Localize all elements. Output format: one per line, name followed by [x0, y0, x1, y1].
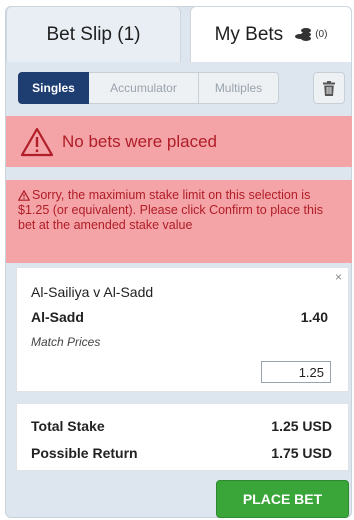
- my-bets-count: (0): [315, 29, 328, 40]
- stake-limit-alert: Sorry, the maximium stake limit on this …: [6, 180, 352, 263]
- stake-input[interactable]: [261, 361, 331, 383]
- warning-small-icon: [18, 190, 30, 201]
- coins-icon: [295, 27, 313, 42]
- bet-type-multiples[interactable]: Multiples: [199, 72, 279, 104]
- bet-type-accumulator[interactable]: Accumulator: [89, 72, 199, 104]
- tab-bet-slip-label: Bet Slip (1): [46, 23, 141, 45]
- possible-return-label: Possible Return: [31, 445, 138, 461]
- possible-return-value: 1.75 USD: [271, 445, 332, 461]
- my-bets-count-badge: (0): [295, 27, 328, 42]
- tab-my-bets-label: My Bets: [214, 23, 284, 45]
- market-name: Match Prices: [31, 335, 101, 349]
- bet-type-singles[interactable]: Singles: [18, 72, 89, 104]
- event-name: Al-Sailiya v Al-Sadd: [31, 284, 154, 300]
- trash-icon: [323, 80, 335, 96]
- remove-selection-button[interactable]: ×: [335, 270, 342, 284]
- selection-card: × Al-Sailiya v Al-Sadd Al-Sadd 1.40 Matc…: [16, 267, 349, 392]
- total-stake-label: Total Stake: [31, 418, 105, 434]
- total-stake-row: Total Stake 1.25 USD: [31, 418, 332, 434]
- possible-return-row: Possible Return 1.75 USD: [31, 445, 332, 461]
- clear-slip-button[interactable]: [313, 72, 345, 104]
- bet-summary: Total Stake 1.25 USD Possible Return 1.7…: [16, 403, 349, 471]
- selection-odds: 1.40: [300, 309, 328, 325]
- tab-my-bets[interactable]: My Bets (0): [190, 6, 352, 62]
- total-stake-value: 1.25 USD: [271, 418, 332, 434]
- bet-type-selector: Singles Accumulator Multiples: [18, 72, 279, 104]
- selection-name: Al-Sadd: [31, 309, 84, 325]
- place-bet-button[interactable]: PLACE BET: [216, 480, 349, 518]
- no-bets-placed-alert: No bets were placed: [6, 116, 352, 167]
- no-bets-placed-text: No bets were placed: [62, 131, 217, 151]
- stake-limit-text: Sorry, the maximium stake limit on this …: [18, 188, 324, 232]
- warning-triangle-icon: [20, 127, 54, 156]
- tab-bet-slip[interactable]: Bet Slip (1): [6, 6, 181, 62]
